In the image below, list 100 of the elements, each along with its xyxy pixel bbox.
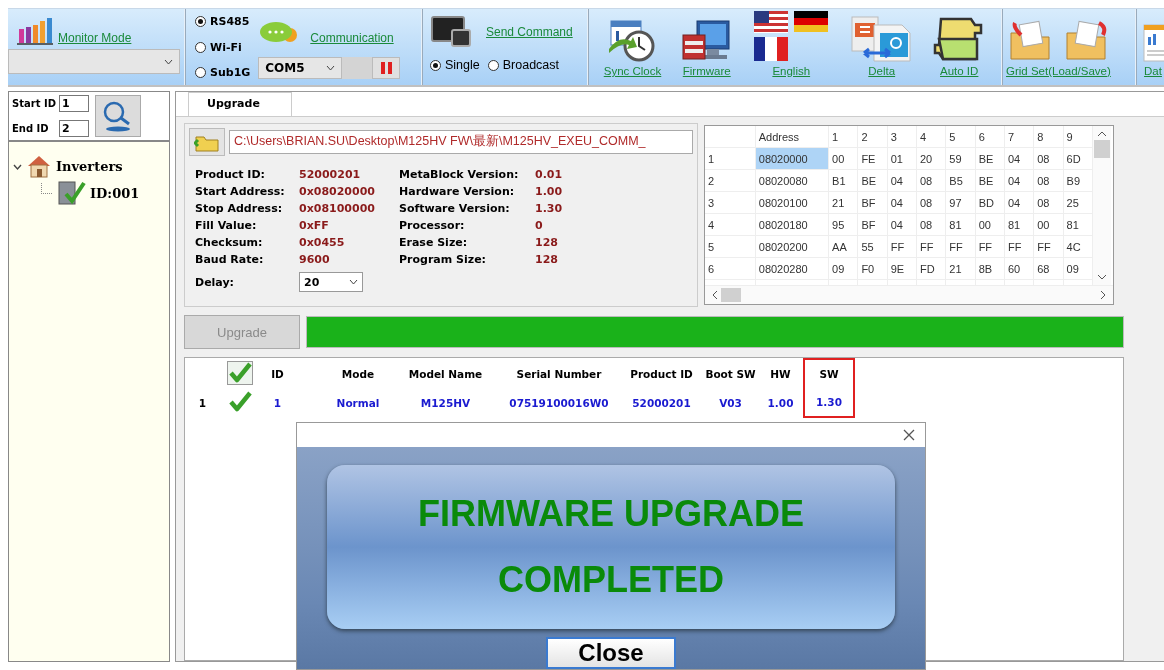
- field-label: Software Version:: [399, 202, 511, 215]
- start-id-label: Start ID: [12, 98, 56, 109]
- table-cell: 09: [1063, 257, 1093, 280]
- table-cell: 04: [1004, 169, 1034, 192]
- table-cell: 21: [828, 191, 858, 214]
- caret-icon: [164, 58, 173, 65]
- computer-printer-icon: [680, 19, 733, 63]
- radio-option[interactable]: RS485: [195, 15, 251, 28]
- column-header: Product ID: [629, 366, 694, 382]
- radio-option[interactable]: Single: [430, 58, 480, 72]
- column-header: HW: [758, 359, 804, 388]
- close-icon[interactable]: [903, 429, 915, 441]
- table-cell: FE: [857, 147, 888, 170]
- table-cell[interactable]: 08020180: [755, 213, 829, 236]
- start-id-field[interactable]: 1: [59, 95, 89, 112]
- row-number: 1: [197, 395, 208, 411]
- table-cell-text: Normal: [335, 395, 381, 411]
- tree-node[interactable]: ID:001: [90, 185, 140, 201]
- delay-dropdown[interactable]: 20: [299, 272, 363, 292]
- table-cell: B5: [945, 169, 976, 192]
- table-cell[interactable]: 08020280: [755, 257, 829, 280]
- column-header: 2: [857, 126, 888, 148]
- table-cell: F0: [857, 257, 888, 280]
- column-header: Boot SW: [704, 366, 757, 382]
- table-cell: 00: [1033, 213, 1064, 236]
- table-cell: 08: [916, 213, 946, 236]
- file-path-field[interactable]: C:\Users\BRIAN.SU\Desktop\M125HV FW\最新\M125HV_EXEU_COMM_: [229, 130, 693, 154]
- table-cell: 81: [945, 213, 976, 236]
- field-value: 0x08020000: [299, 185, 376, 198]
- table-cell: 68: [1033, 257, 1064, 280]
- message-text: FIRMWARE UPGRADE: [418, 493, 804, 535]
- table-cell: 04: [887, 191, 917, 214]
- field-label: Fill Value:: [195, 219, 258, 232]
- radio-option[interactable]: Broadcast: [487, 58, 560, 72]
- column-header: 1: [828, 126, 858, 148]
- house-icon: [26, 154, 52, 178]
- field-label: Delay:: [195, 275, 235, 289]
- table-cell: 04: [1004, 147, 1034, 170]
- bar-chart-icon: [16, 17, 54, 45]
- field-label: Hardware Version:: [399, 185, 516, 198]
- table-cell: [705, 126, 756, 148]
- search-button[interactable]: [95, 95, 141, 137]
- table-cell: B1: [828, 169, 858, 192]
- vertical-scrollbar[interactable]: [1093, 126, 1111, 285]
- row-number: 5: [705, 235, 756, 258]
- field-label: Baud Rate:: [195, 253, 265, 266]
- monitor-icon: [430, 16, 472, 48]
- table-cell: FF: [916, 235, 946, 258]
- column-header: 4: [916, 126, 946, 148]
- table-cell-text: 52000201: [631, 395, 692, 411]
- check-icon[interactable]: [228, 390, 252, 413]
- field-value: 128: [535, 253, 559, 266]
- scrollbar-thumb[interactable]: [721, 288, 741, 302]
- column-header: Mode: [340, 366, 376, 382]
- column-header: SW: [804, 359, 854, 388]
- table-cell: FF: [887, 235, 917, 258]
- column-header: 9: [1063, 126, 1093, 148]
- table-cell-text: M125HV: [419, 395, 472, 411]
- select-all-checkbox[interactable]: [227, 360, 253, 385]
- row-number: 1: [705, 147, 756, 170]
- table-cell: BE: [975, 169, 1005, 192]
- field-value: 52000201: [299, 168, 362, 181]
- table-cell[interactable]: 08020200: [755, 235, 829, 258]
- pause-button[interactable]: [372, 57, 401, 79]
- radio-option[interactable]: Sub1G: [195, 66, 251, 79]
- field-label: Processor:: [399, 219, 466, 232]
- table-cell: 00: [975, 213, 1005, 236]
- tab[interactable]: Upgrade: [188, 92, 292, 116]
- tree-node[interactable]: Inverters: [56, 158, 123, 174]
- table-cell[interactable]: 08020080: [755, 169, 829, 192]
- column-header: Model Name: [407, 366, 484, 382]
- table-cell: FF: [1033, 235, 1064, 258]
- field-value: 0x08100000: [299, 202, 376, 215]
- table-cell: 09: [828, 257, 858, 280]
- table-cell: 00: [828, 147, 858, 170]
- table-cell[interactable]: 08020100: [755, 191, 829, 214]
- field-label: Start Address:: [195, 185, 286, 198]
- column-header: Address: [755, 126, 829, 148]
- scrollbar-thumb[interactable]: [1094, 140, 1110, 158]
- table-cell: 9E: [887, 257, 917, 280]
- open-folder-button[interactable]: [189, 128, 225, 156]
- column-header: 8: [1033, 126, 1064, 148]
- close-button[interactable]: Close: [546, 637, 676, 669]
- table-cell: 59: [945, 147, 976, 170]
- device-check-icon: [56, 180, 86, 206]
- horizontal-scrollbar[interactable]: [705, 285, 1113, 304]
- table-cell: 1.30: [804, 388, 854, 417]
- port-dropdown[interactable]: COM5: [258, 57, 343, 79]
- table-cell: 55: [857, 235, 888, 258]
- send-command-link[interactable]: Send Command: [486, 25, 573, 39]
- table-cell: 01: [887, 147, 917, 170]
- field-value: 1.00: [535, 185, 564, 198]
- end-id-field[interactable]: 2: [59, 120, 89, 137]
- field-value: 0xFF: [299, 219, 330, 232]
- radio-option[interactable]: Wi-Fi: [195, 40, 251, 54]
- table-cell: B9: [1063, 169, 1093, 192]
- table-cell: 04: [1004, 191, 1034, 214]
- table-cell: 08: [1033, 191, 1064, 214]
- table-cell: 8B: [975, 257, 1005, 280]
- field-label: MetaBlock Version:: [399, 168, 520, 181]
